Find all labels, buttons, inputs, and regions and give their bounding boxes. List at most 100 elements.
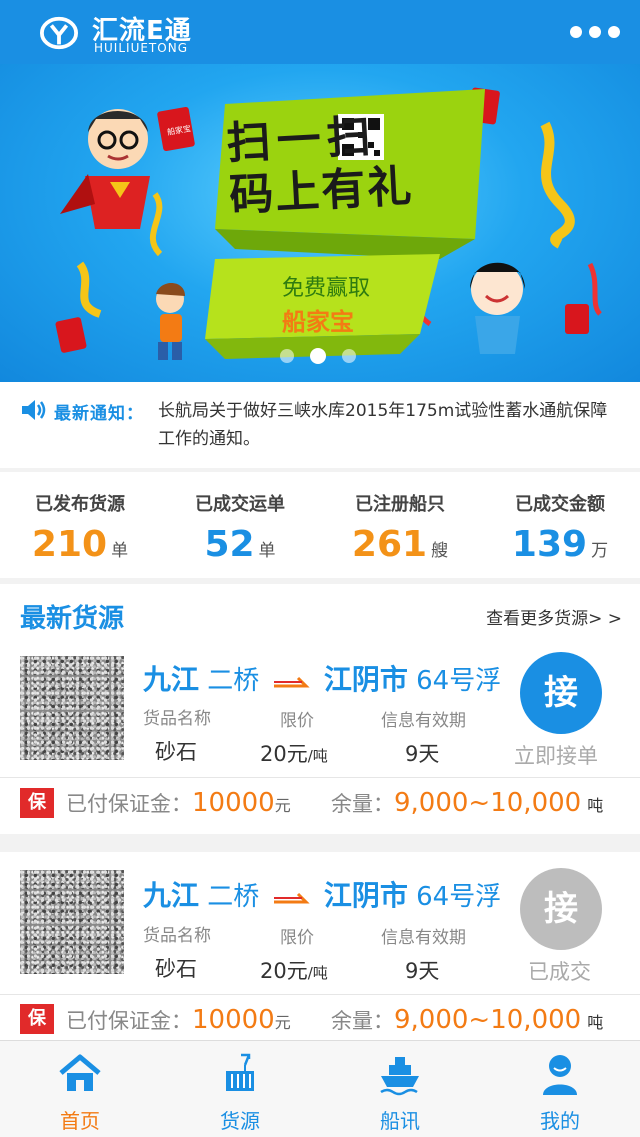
stat-unit: 单 (111, 541, 129, 561)
stat-unit: 艘 (431, 541, 449, 561)
stat-label: 已成交运单 (195, 494, 285, 515)
more-dot-icon (589, 26, 601, 38)
deposit-label: 已付保证金： (66, 792, 192, 816)
stat-value: 52 (204, 524, 255, 565)
bottom-tab-bar: 首页 货源 船讯 我的 (0, 1040, 640, 1137)
route-arrow-icon (273, 676, 310, 687)
route-destination: 江阴市 (323, 879, 408, 912)
route-origin-detail: 二桥 (207, 666, 260, 696)
remaining-label: 余量： (331, 792, 394, 816)
remaining-amount: 9,000~10,000 (394, 1005, 582, 1035)
more-cargo-link[interactable]: 查看更多货源> > (486, 604, 622, 629)
remaining-info: 余量：9,000~10,000 吨 (331, 1005, 603, 1035)
cargo-price-header: 限价 (280, 711, 314, 731)
cargo-photo (20, 656, 124, 760)
cargo-name-header: 货品名称 (143, 926, 211, 946)
banner-pagination (280, 348, 356, 364)
cargo-name: 砂石 (155, 740, 197, 764)
banner-subtitle: 免费赢取 (282, 276, 371, 301)
divider (0, 777, 640, 778)
cargo-route: 九江 二桥 江阴市 64号浮 (143, 874, 501, 914)
deposit-amount: 10000 (192, 788, 275, 818)
route-origin-detail: 二桥 (207, 882, 260, 912)
cargo-validity: 9天 (405, 959, 440, 983)
tab-cargo[interactable]: 货源 (160, 1041, 320, 1137)
cargo-price: 20元/吨 (260, 955, 328, 985)
stat-value: 261 (351, 524, 428, 565)
notice-label: 最新通知： (54, 404, 144, 424)
deposit-info: 已付保证金：10000元 (66, 788, 291, 818)
cargo-card[interactable]: 九江 二桥 江阴市 64号浮 货品名称 限价 信息有效期 砂石 20元/吨 9天… (0, 852, 640, 1040)
stat-completed-orders: 已成交运单 52 单 (160, 472, 320, 578)
route-destination: 江阴市 (323, 663, 408, 696)
tab-home[interactable]: 首页 (0, 1041, 160, 1137)
stat-label: 已注册船只 (355, 494, 445, 515)
deposit-amount: 10000 (192, 1005, 275, 1035)
route-origin: 九江 (143, 663, 200, 696)
notice-text[interactable]: 长航局关于做好三峡水库2015年175m试验性蓄水通航保障工作的通知。 (158, 397, 608, 453)
route-origin: 九江 (143, 879, 200, 912)
stat-value: 210 (31, 524, 108, 565)
banner-dot[interactable] (342, 349, 356, 363)
deposit-unit: 元 (274, 1013, 291, 1032)
stats-panel: 已发布货源 210 单 已成交运单 52 单 已注册船只 261 艘 已成交金额 13… (0, 472, 640, 578)
stat-completed-amount: 已成交金额 139 万 (480, 472, 640, 578)
cargo-photo (20, 870, 124, 974)
deposit-info: 已付保证金：10000元 (66, 1005, 291, 1035)
cargo-validity-header: 信息有效期 (381, 928, 466, 948)
remaining-unit: 吨 (587, 796, 604, 815)
cargo-card[interactable]: 九江 二桥 江阴市 64号浮 货品名称 限价 信息有效期 砂石 20元/吨 9天… (0, 644, 640, 834)
more-dot-icon (608, 26, 620, 38)
accept-order-button[interactable]: 接 (520, 652, 602, 734)
stat-unit: 万 (591, 541, 609, 561)
stat-label: 已发布货源 (35, 494, 125, 515)
section-title: 最新货源 (20, 604, 125, 634)
stat-unit: 单 (258, 541, 276, 561)
speaker-icon (22, 400, 46, 420)
stat-published-cargo: 已发布货源 210 单 (0, 472, 160, 578)
banner-prize: 船家宝 (282, 308, 354, 336)
cargo-price-value: 20元 (260, 959, 308, 983)
brand-subtitle: HUILIUETONG (94, 41, 188, 55)
app-header: 汇流E通 HUILIUETONG (0, 0, 640, 64)
deposit-label: 已付保证金： (66, 1009, 192, 1033)
remaining-amount: 9,000~10,000 (394, 788, 582, 818)
accept-order-label[interactable]: 立即接单 (514, 740, 598, 770)
more-dot-icon (570, 26, 582, 38)
banner-headline: 扫一扫 码上有礼 (225, 106, 480, 223)
cargo-validity-header: 信息有效期 (381, 711, 466, 731)
stat-registered-ships: 已注册船只 261 艘 (320, 472, 480, 578)
route-destination-detail: 64号浮 (416, 882, 502, 912)
cargo-price-header: 限价 (280, 928, 314, 948)
promo-banner[interactable]: 扫一扫 码上有礼 免费赢取 船家宝 船家宝 (0, 64, 640, 382)
logo-icon (40, 16, 78, 50)
cargo-validity: 9天 (405, 742, 440, 766)
user-icon (543, 1055, 577, 1095)
remaining-unit: 吨 (587, 1013, 604, 1032)
cargo-route: 九江 二桥 江阴市 64号浮 (143, 658, 501, 698)
stat-label: 已成交金额 (515, 494, 605, 515)
cargo-icon (226, 1053, 254, 1091)
banner-dot-active[interactable] (310, 348, 326, 364)
cargo-name-header: 货品名称 (143, 709, 211, 729)
route-destination-detail: 64号浮 (416, 666, 502, 696)
banner-dot[interactable] (280, 349, 294, 363)
latest-cargo-header: 最新货源 查看更多货源> > (0, 584, 640, 644)
notice-bar[interactable]: 最新通知： 长航局关于做好三峡水库2015年175m试验性蓄水通航保障工作的通知… (0, 382, 640, 468)
divider (0, 994, 640, 995)
guarantee-badge: 保 (20, 788, 54, 818)
more-menu-button[interactable] (570, 26, 620, 40)
route-arrow-icon (273, 892, 310, 903)
guarantee-badge: 保 (20, 1004, 54, 1034)
accept-order-button-disabled: 接 (520, 868, 602, 950)
cargo-price-unit: /吨 (307, 964, 328, 982)
tab-profile[interactable]: 我的 (480, 1041, 640, 1137)
cargo-price-value: 20元 (260, 742, 308, 766)
remaining-label: 余量： (331, 1009, 394, 1033)
remaining-info: 余量：9,000~10,000 吨 (331, 788, 603, 818)
stat-value: 139 (511, 524, 588, 565)
tab-label: 船讯 (380, 1109, 420, 1133)
tab-shipping-news[interactable]: 船讯 (320, 1041, 480, 1137)
cargo-name: 砂石 (155, 957, 197, 981)
ship-icon (380, 1057, 419, 1096)
